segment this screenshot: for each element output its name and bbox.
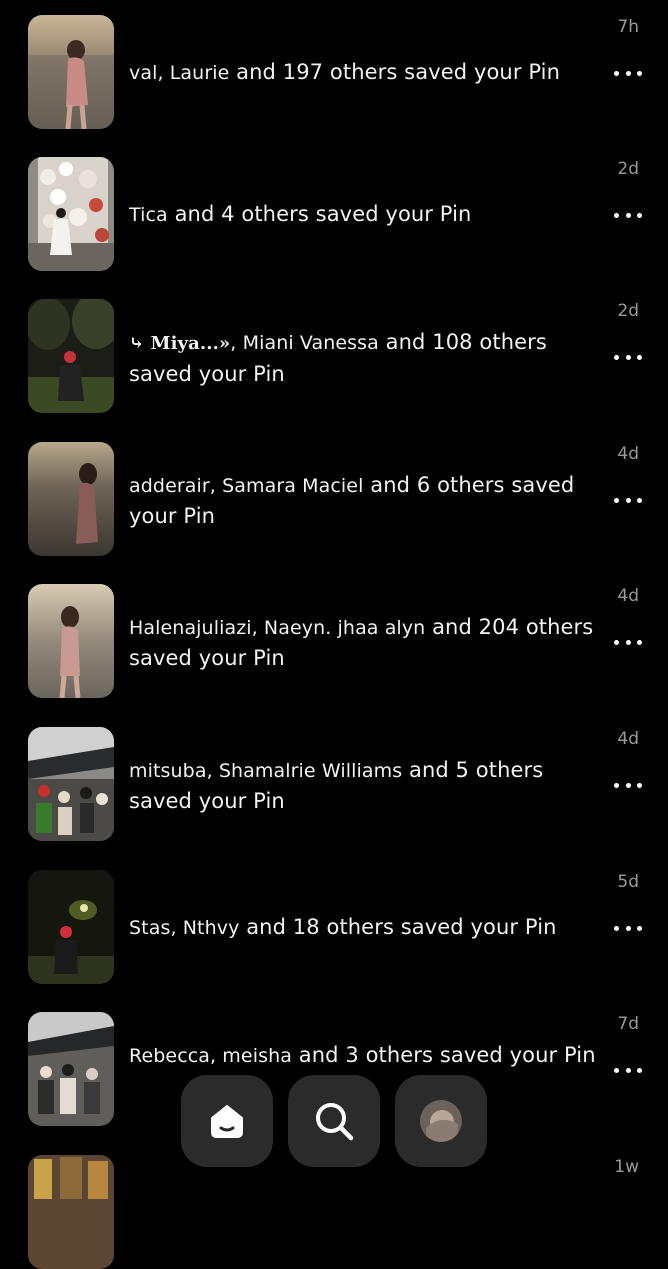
saver-names[interactable]: Rebecca, meisha — [129, 1045, 292, 1067]
timestamp: 2d — [617, 159, 639, 179]
saver-names[interactable]: Tica — [129, 204, 168, 226]
pin-image — [28, 584, 114, 698]
notification-row[interactable]: val, Laurie and 197 others saved your Pi… — [0, 15, 668, 129]
pin-thumbnail[interactable] — [28, 1155, 114, 1269]
more-options-icon[interactable] — [614, 207, 642, 223]
notification-row[interactable]: ⤷ Miya...», Miani Vanessa and 108 others… — [0, 299, 668, 413]
notification-text: Stas, Nthvy and 18 others saved your Pin — [129, 912, 599, 943]
notification-text: Tica and 4 others saved your Pin — [129, 199, 599, 230]
notification-message: and 197 others saved your Pin — [229, 60, 560, 84]
search-button[interactable] — [288, 1075, 380, 1167]
pin-image — [28, 157, 114, 271]
pin-image — [28, 15, 114, 129]
notification-text: adderair, Samara Maciel and 6 others sav… — [129, 470, 599, 531]
pin-thumbnail[interactable] — [28, 870, 114, 984]
notification-text: Halenajuliazi, Naeyn. jhaa alyn and 204 … — [129, 612, 599, 673]
saver-names[interactable]: Halenajuliazi, Naeyn. jhaa alyn — [129, 617, 425, 639]
notification-message: and 4 others saved your Pin — [167, 202, 472, 226]
saver-names[interactable]: val, Laurie — [129, 62, 229, 84]
home-button[interactable] — [181, 1075, 273, 1167]
timestamp: 7d — [617, 1014, 639, 1034]
pin-thumbnail[interactable] — [28, 442, 114, 556]
pin-thumbnail[interactable] — [28, 157, 114, 271]
avatar — [420, 1100, 462, 1142]
notification-message: and 3 others saved your Pin — [291, 1043, 596, 1067]
home-icon — [211, 1105, 243, 1138]
more-options-icon[interactable] — [614, 920, 642, 936]
notification-row[interactable]: adderair, Samara Maciel and 6 others sav… — [0, 442, 668, 556]
notification-message: and 18 others saved your Pin — [239, 915, 557, 939]
notification-row[interactable]: mitsuba, Shamalrie Williams and 5 others… — [0, 727, 668, 841]
more-options-icon[interactable] — [614, 634, 642, 650]
profile-button[interactable] — [395, 1075, 487, 1167]
notification-row[interactable]: Stas, Nthvy and 18 others saved your Pin… — [0, 870, 668, 984]
pin-thumbnail[interactable] — [28, 15, 114, 129]
pin-thumbnail[interactable] — [28, 299, 114, 413]
saver-names[interactable]: , Miani Vanessa — [230, 332, 379, 354]
pin-thumbnail[interactable] — [28, 1012, 114, 1126]
notification-row[interactable]: Halenajuliazi, Naeyn. jhaa alyn and 204 … — [0, 584, 668, 698]
more-options-icon[interactable] — [614, 492, 642, 508]
pin-image — [28, 299, 114, 413]
notification-text: Rebecca, meisha and 3 others saved your … — [129, 1040, 599, 1071]
timestamp: 5d — [617, 872, 639, 892]
pin-image — [28, 1155, 114, 1269]
saver-name-stylized[interactable]: ⤷ Miya...» — [129, 333, 230, 354]
timestamp: 4d — [617, 586, 639, 606]
more-options-icon[interactable] — [614, 349, 642, 365]
saver-names[interactable]: adderair, Samara Maciel — [129, 475, 363, 497]
more-options-icon[interactable] — [614, 1062, 642, 1078]
saver-names[interactable]: Stas, Nthvy — [129, 917, 239, 939]
notification-row[interactable]: 1w — [0, 1155, 668, 1269]
pin-image — [28, 727, 114, 841]
timestamp: 7h — [617, 17, 639, 37]
notification-text: mitsuba, Shamalrie Williams and 5 others… — [129, 755, 599, 816]
pin-thumbnail[interactable] — [28, 584, 114, 698]
search-icon — [316, 1103, 354, 1141]
pin-image — [28, 442, 114, 556]
timestamp: 1w — [614, 1157, 639, 1177]
saver-names[interactable]: mitsuba, Shamalrie Williams — [129, 760, 402, 782]
notification-text: ⤷ Miya...», Miani Vanessa and 108 others… — [129, 327, 599, 389]
pin-thumbnail[interactable] — [28, 727, 114, 841]
bottom-navigation — [181, 1075, 488, 1167]
pin-image — [28, 1012, 114, 1126]
timestamp: 4d — [617, 444, 639, 464]
notification-text: val, Laurie and 197 others saved your Pi… — [129, 57, 599, 88]
timestamp: 2d — [617, 301, 639, 321]
notification-row[interactable]: Tica and 4 others saved your Pin 2d — [0, 157, 668, 271]
timestamp: 4d — [617, 729, 639, 749]
pin-image — [28, 870, 114, 984]
more-options-icon[interactable] — [614, 65, 642, 81]
more-options-icon[interactable] — [614, 777, 642, 793]
